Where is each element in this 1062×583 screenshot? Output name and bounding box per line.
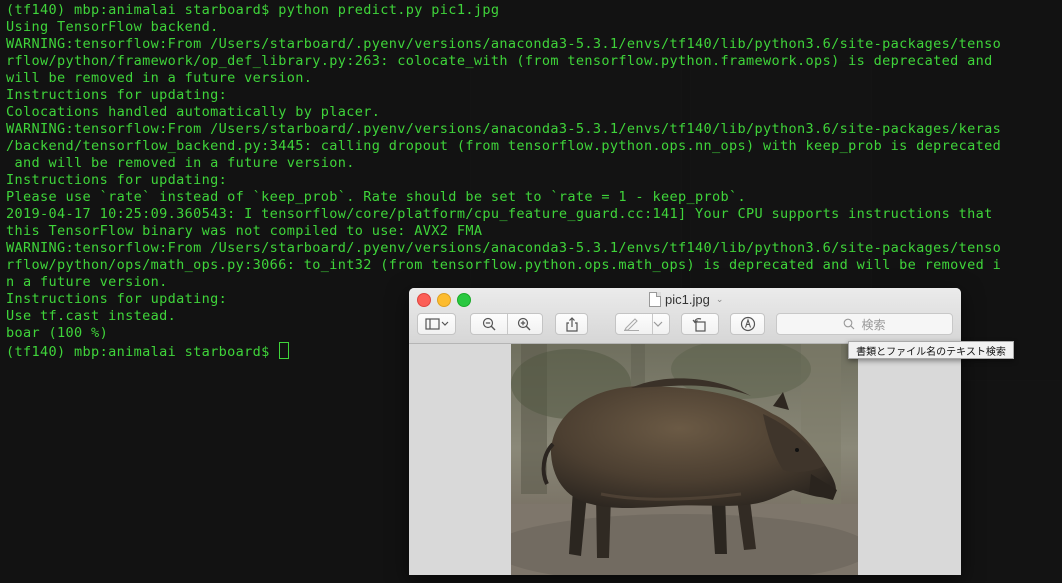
preview-window[interactable]: pic1.jpg ⌄ 検索 (409, 288, 961, 575)
minimize-button[interactable] (437, 293, 451, 307)
preview-content-area[interactable] (409, 344, 961, 575)
terminal-line: Please use `rate` instead of `keep_prob`… (6, 189, 747, 205)
chevron-down-icon[interactable] (653, 320, 663, 328)
share-icon (565, 316, 578, 332)
terminal-prompt: (tf140) mbp:animalai starboard$ (6, 344, 279, 359)
zoom-control (470, 313, 543, 335)
markup-button[interactable] (615, 313, 670, 335)
terminal-line: WARNING:tensorflow:From /Users/starboard… (6, 121, 1002, 137)
terminal-line: WARNING:tensorflow:From /Users/starboard… (6, 36, 1002, 52)
search-tooltip: 書類とファイル名のテキスト検索 (848, 341, 1014, 359)
segment-divider (652, 314, 653, 334)
terminal-cursor (279, 342, 290, 359)
search-placeholder: 検索 (861, 317, 886, 332)
terminal-line: Instructions for updating: (6, 87, 228, 103)
document-icon (649, 291, 661, 307)
zoom-out-icon (482, 317, 496, 331)
annotate-button[interactable] (730, 313, 765, 335)
terminal-line: 2019-04-17 10:25:09.360543: I tensorflow… (6, 206, 993, 222)
terminal-line: (tf140) mbp:animalai starboard$ python p… (6, 2, 500, 18)
zoom-in-button[interactable] (507, 317, 543, 331)
share-button[interactable] (555, 313, 588, 335)
preview-titlebar: pic1.jpg ⌄ 検索 (409, 288, 961, 344)
rotate-button[interactable] (681, 313, 719, 335)
zoom-out-button[interactable] (471, 317, 507, 331)
terminal-line: /backend/tensorflow_backend.py:3445: cal… (6, 138, 1002, 154)
terminal-line: rflow/python/ops/math_ops.py:3066: to_in… (6, 257, 1002, 273)
boar-photo (511, 344, 858, 575)
terminal-line: will be removed in a future version. (6, 70, 313, 86)
chevron-down-icon: ⌄ (715, 293, 724, 304)
segment-divider (507, 314, 508, 334)
terminal-line: Colocations handled automatically by pla… (6, 104, 381, 120)
terminal-line: rflow/python/framework/op_def_library.py… (6, 53, 993, 69)
close-button[interactable] (417, 293, 431, 307)
sidebar-toggle-icon (424, 318, 448, 330)
terminal-line: Using TensorFlow backend. (6, 19, 219, 35)
zoom-in-icon (518, 317, 531, 331)
zoom-window-button[interactable] (457, 293, 471, 307)
terminal-line: and will be removed in a future version. (6, 155, 355, 171)
sidebar-view-button[interactable] (417, 313, 456, 335)
search-icon (844, 318, 855, 330)
annotate-icon (740, 316, 755, 332)
rotate-left-icon (692, 317, 706, 332)
search-input[interactable]: 検索 (776, 313, 953, 335)
markup-pen-icon (623, 318, 639, 331)
terminal-line: WARNING:tensorflow:From /Users/starboard… (6, 240, 1002, 256)
terminal-line: Instructions for updating: (6, 172, 228, 188)
window-title-text: pic1.jpg (665, 291, 710, 307)
terminal-line: this TensorFlow binary was not compiled … (6, 223, 483, 239)
window-title[interactable]: pic1.jpg ⌄ (649, 291, 723, 307)
